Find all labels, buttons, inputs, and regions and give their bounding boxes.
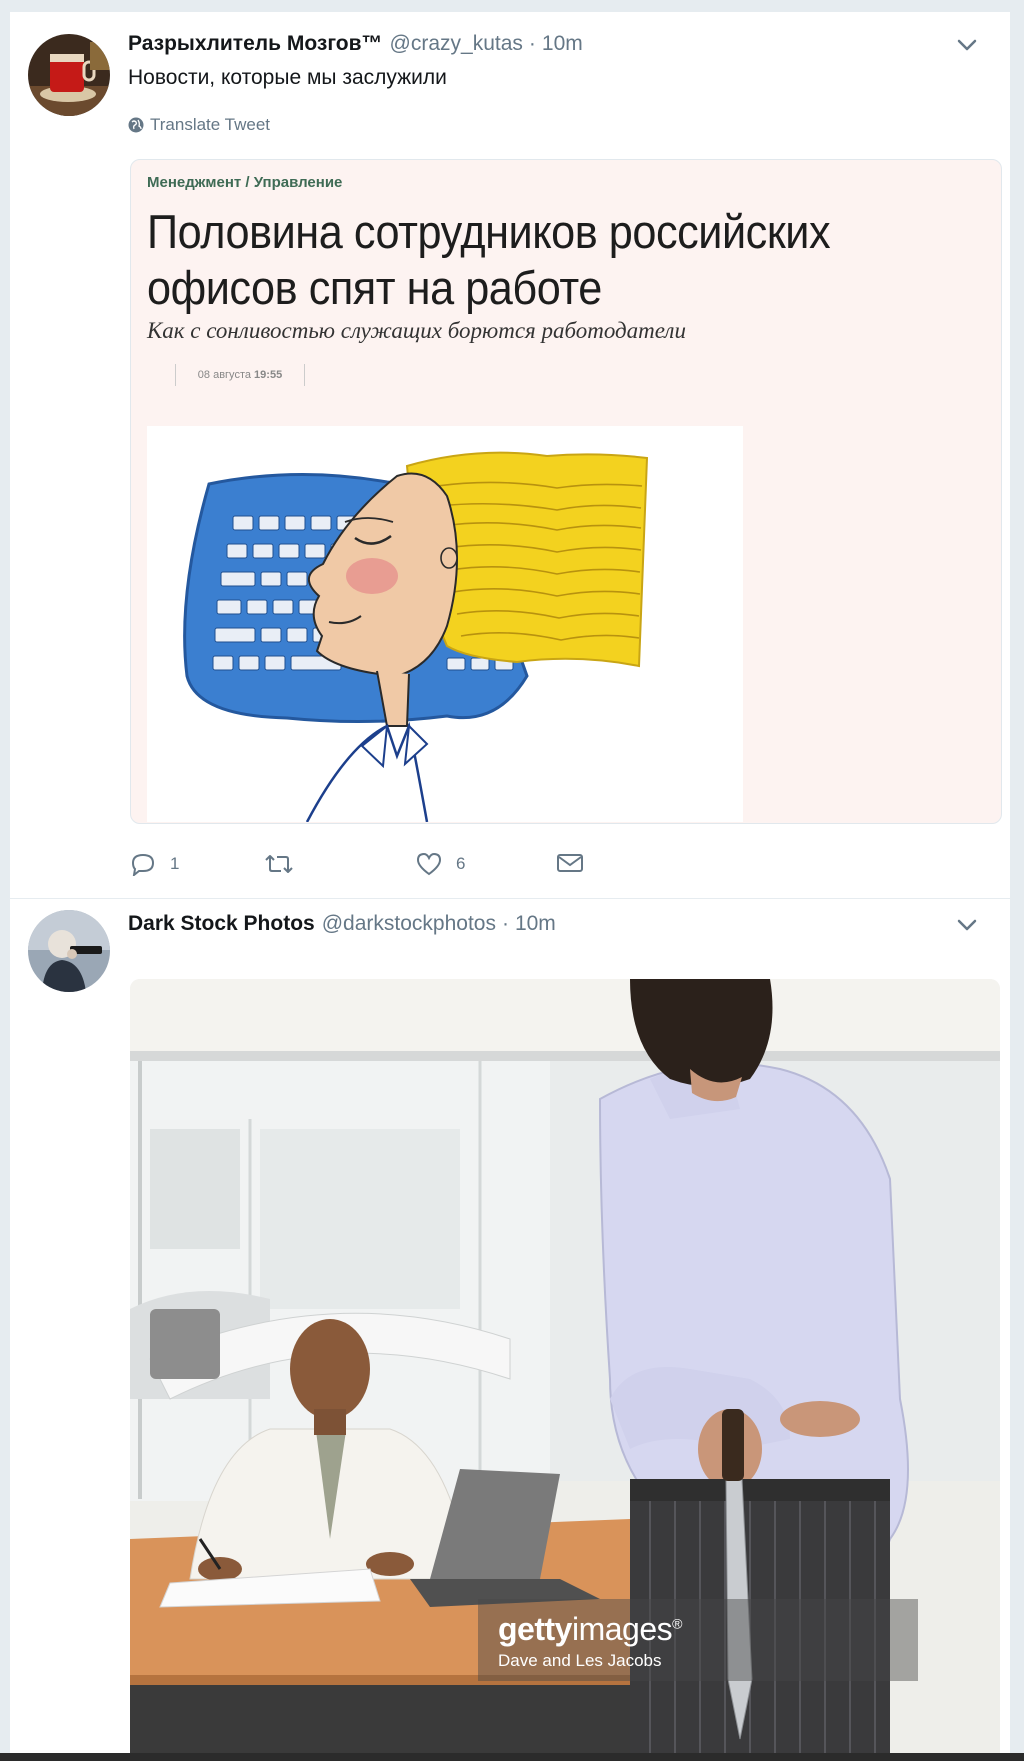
display-name[interactable]: Dark Stock Photos xyxy=(128,912,315,936)
avatar-image xyxy=(28,910,110,992)
envelope-icon xyxy=(557,854,583,872)
reply-count: 1 xyxy=(170,854,180,873)
timeline: Разрыхлитель Мозгов™ @crazy_kutas · 10m … xyxy=(10,12,1010,1761)
like-count: 6 xyxy=(456,854,466,873)
watermark-credit: Dave and Les Jacobs xyxy=(498,1651,662,1670)
tweet[interactable]: Разрыхлитель Мозгов™ @crazy_kutas · 10m … xyxy=(10,12,1010,899)
display-name[interactable]: Разрыхлитель Мозгов™ xyxy=(128,32,383,56)
card-illustration xyxy=(147,426,743,823)
reply-button[interactable]: 1 xyxy=(130,852,179,876)
sleeping-on-keyboard-illustration xyxy=(147,426,743,823)
card-subtitle: Как с сонливостью служащих борются работ… xyxy=(147,318,686,343)
retweet-icon xyxy=(265,855,293,873)
tweet-actions: 1 6 xyxy=(130,852,630,882)
like-button[interactable]: 6 xyxy=(416,852,465,876)
link-card[interactable]: Менеджмент / Управление Половина сотрудн… xyxy=(130,159,1002,824)
avatar-image xyxy=(28,34,110,116)
translate-label[interactable]: Translate Tweet xyxy=(150,115,270,135)
user-handle[interactable]: @darkstockphotos xyxy=(322,912,496,936)
tweet-photo[interactable]: gettyimages® Dave and Les Jacobs xyxy=(130,979,1000,1761)
tweet-header: Разрыхлитель Мозгов™ @crazy_kutas · 10m xyxy=(128,32,990,60)
tweet[interactable]: Dark Stock Photos @darkstockphotos · 10m xyxy=(10,900,1010,1761)
user-handle[interactable]: @crazy_kutas xyxy=(390,32,523,56)
globe-icon xyxy=(128,117,144,133)
watermark-logo: gettyimages® xyxy=(498,1611,682,1648)
window-right-border xyxy=(1010,0,1024,1761)
separator-dot: · xyxy=(501,912,509,935)
photo-watermark: gettyimages® Dave and Les Jacobs xyxy=(478,1599,918,1681)
watermark-brand: images xyxy=(571,1611,673,1647)
watermark-brand-bold: getty xyxy=(498,1611,572,1647)
heart-icon xyxy=(416,852,442,876)
timestamp[interactable]: 10m xyxy=(515,912,556,936)
avatar[interactable] xyxy=(28,910,110,992)
chevron-down-icon[interactable] xyxy=(956,36,978,54)
watermark-registered: ® xyxy=(672,1615,682,1632)
timestamp[interactable]: 10m xyxy=(542,32,583,56)
chevron-down-icon[interactable] xyxy=(956,916,978,934)
window-left-border xyxy=(0,0,10,1761)
taskbar-edge xyxy=(0,1753,1024,1761)
window-top-border xyxy=(0,0,1024,12)
card-headline: Половина сотрудников российских офисов с… xyxy=(147,205,831,314)
tweet-text: Новости, которые мы заслужили xyxy=(128,66,447,89)
tweet-header: Dark Stock Photos @darkstockphotos · 10m xyxy=(128,912,990,940)
card-date-time: 19:55 xyxy=(254,369,283,381)
avatar[interactable] xyxy=(28,34,110,116)
reply-icon xyxy=(131,853,155,876)
translate-link[interactable]: Translate Tweet xyxy=(128,115,270,135)
separator-dot: · xyxy=(528,32,536,55)
card-rubric: Менеджмент / Управление xyxy=(147,174,343,191)
direct-message-button[interactable] xyxy=(556,852,584,874)
retweet-button[interactable] xyxy=(264,852,294,876)
card-date: 08 августа 19:55 xyxy=(175,364,305,386)
card-date-day: 08 августа xyxy=(197,369,251,381)
